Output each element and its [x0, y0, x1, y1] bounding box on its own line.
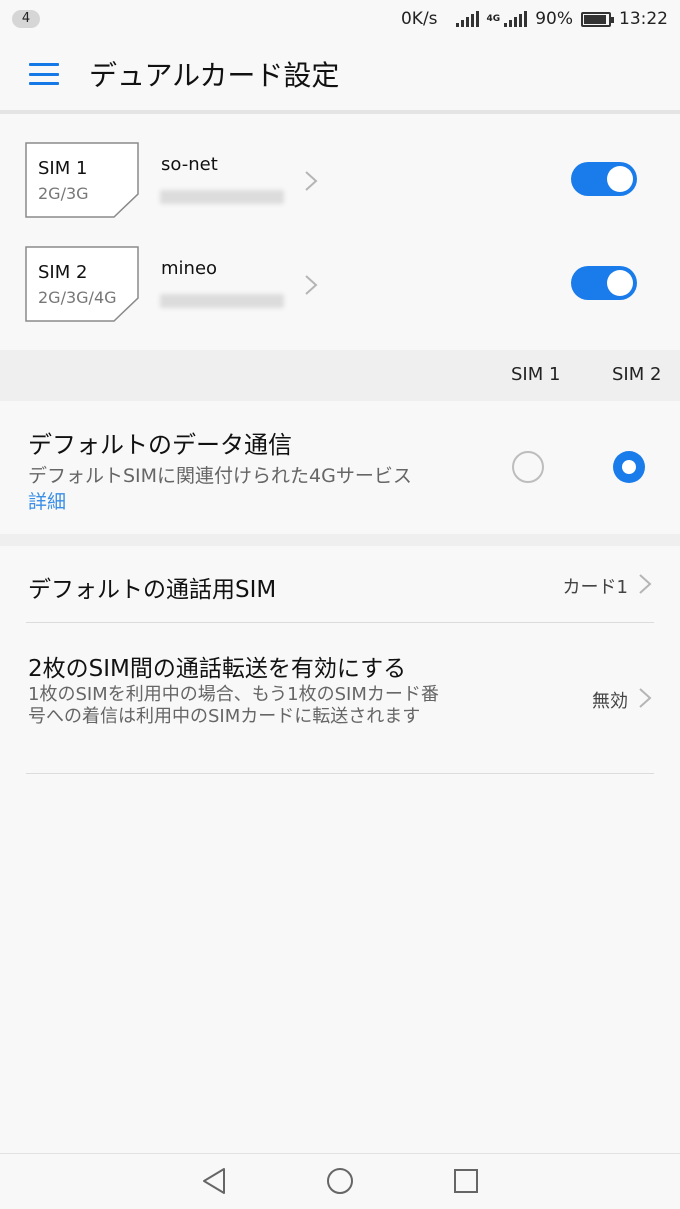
page-title: デュアルカード設定: [89, 59, 340, 92]
sim-column-header: SIM 1 SIM 2: [0, 350, 680, 401]
column-label-sim-2: SIM 2: [612, 364, 662, 385]
chevron-right-icon: [305, 275, 318, 295]
network-speed: 0K/s: [400, 9, 438, 29]
status-bar: 4 0K/s 4G 90% 13:22: [0, 0, 680, 38]
sim-network-type: 2G/3G/4G: [38, 288, 117, 307]
call-forwarding-description: 1枚のSIMを利用中の場合、もう1枚のSIMカード番号への着信は利用中のSIMカ…: [28, 684, 439, 727]
carrier-number-redacted: [160, 294, 284, 308]
default-call-sim-title: デフォルトの通話用SIM: [28, 577, 277, 603]
signal-strength-icon: [455, 11, 479, 27]
carrier-name: mineo: [161, 258, 218, 279]
navigation-bar: [0, 1153, 680, 1209]
details-link[interactable]: 詳細: [28, 487, 66, 514]
list-divider: [26, 773, 654, 774]
default-call-sim-row[interactable]: デフォルトの通話用SIM カード1: [0, 546, 680, 622]
sim-slot-label: SIM 1: [38, 158, 88, 179]
call-forwarding-value: 無効: [592, 691, 628, 712]
hamburger-menu-icon[interactable]: [29, 63, 59, 85]
sim-1-enable-toggle[interactable]: [571, 162, 637, 196]
app-bar-divider: [0, 110, 680, 114]
default-call-sim-value: カード1: [562, 577, 628, 598]
back-icon[interactable]: [199, 1166, 229, 1196]
call-forwarding-title: 2枚のSIM間の通話転送を有効にする: [28, 656, 407, 682]
default-data-section: デフォルトのデータ通信 デフォルトSIMに関連付けられた4Gサービス 詳細: [0, 401, 680, 534]
app-bar: デュアルカード設定: [0, 38, 680, 110]
column-label-sim-1: SIM 1: [511, 364, 561, 385]
call-forwarding-row[interactable]: 2枚のSIM間の通話転送を有効にする 1枚のSIMを利用中の場合、もう1枚のSI…: [0, 623, 680, 773]
signal-strength-icon-2: [504, 11, 528, 27]
recent-apps-icon[interactable]: [451, 1166, 481, 1196]
clock: 13:22: [619, 9, 668, 29]
default-data-sim-1-radio[interactable]: [512, 451, 544, 483]
sim-card-icon: SIM 1 2G/3G: [25, 142, 139, 218]
sim-slot-label: SIM 2: [38, 262, 88, 283]
status-icons: 0K/s 4G 90% 13:22: [401, 9, 668, 29]
chevron-right-icon: [639, 688, 652, 708]
network-type-label: 4G: [486, 13, 501, 24]
section-separator: [0, 534, 680, 546]
toggle-knob: [607, 270, 633, 296]
sim-2-enable-toggle[interactable]: [571, 266, 637, 300]
default-data-title: デフォルトのデータ通信: [28, 431, 292, 459]
battery-icon: [581, 11, 614, 27]
sim-network-type: 2G/3G: [38, 184, 89, 203]
notification-count-badge: 4: [12, 10, 40, 28]
carrier-name: so-net: [161, 154, 218, 175]
battery-level-fill: [584, 14, 606, 24]
sim-row-2[interactable]: SIM 2 2G/3G/4G mineo: [0, 246, 680, 350]
sim-row-1[interactable]: SIM 1 2G/3G so-net: [0, 142, 680, 246]
network-type-icon: 4G: [486, 13, 501, 24]
chevron-right-icon: [639, 574, 652, 594]
sim-card-icon: SIM 2 2G/3G/4G: [25, 246, 139, 322]
default-data-sim-2-radio[interactable]: [613, 451, 645, 483]
battery-percent: 90%: [535, 9, 573, 29]
carrier-number-redacted: [160, 190, 284, 204]
chevron-right-icon: [305, 171, 318, 191]
default-data-description: デフォルトSIMに関連付けられた4Gサービス: [28, 465, 412, 487]
toggle-knob: [607, 166, 633, 192]
home-icon[interactable]: [325, 1166, 355, 1196]
